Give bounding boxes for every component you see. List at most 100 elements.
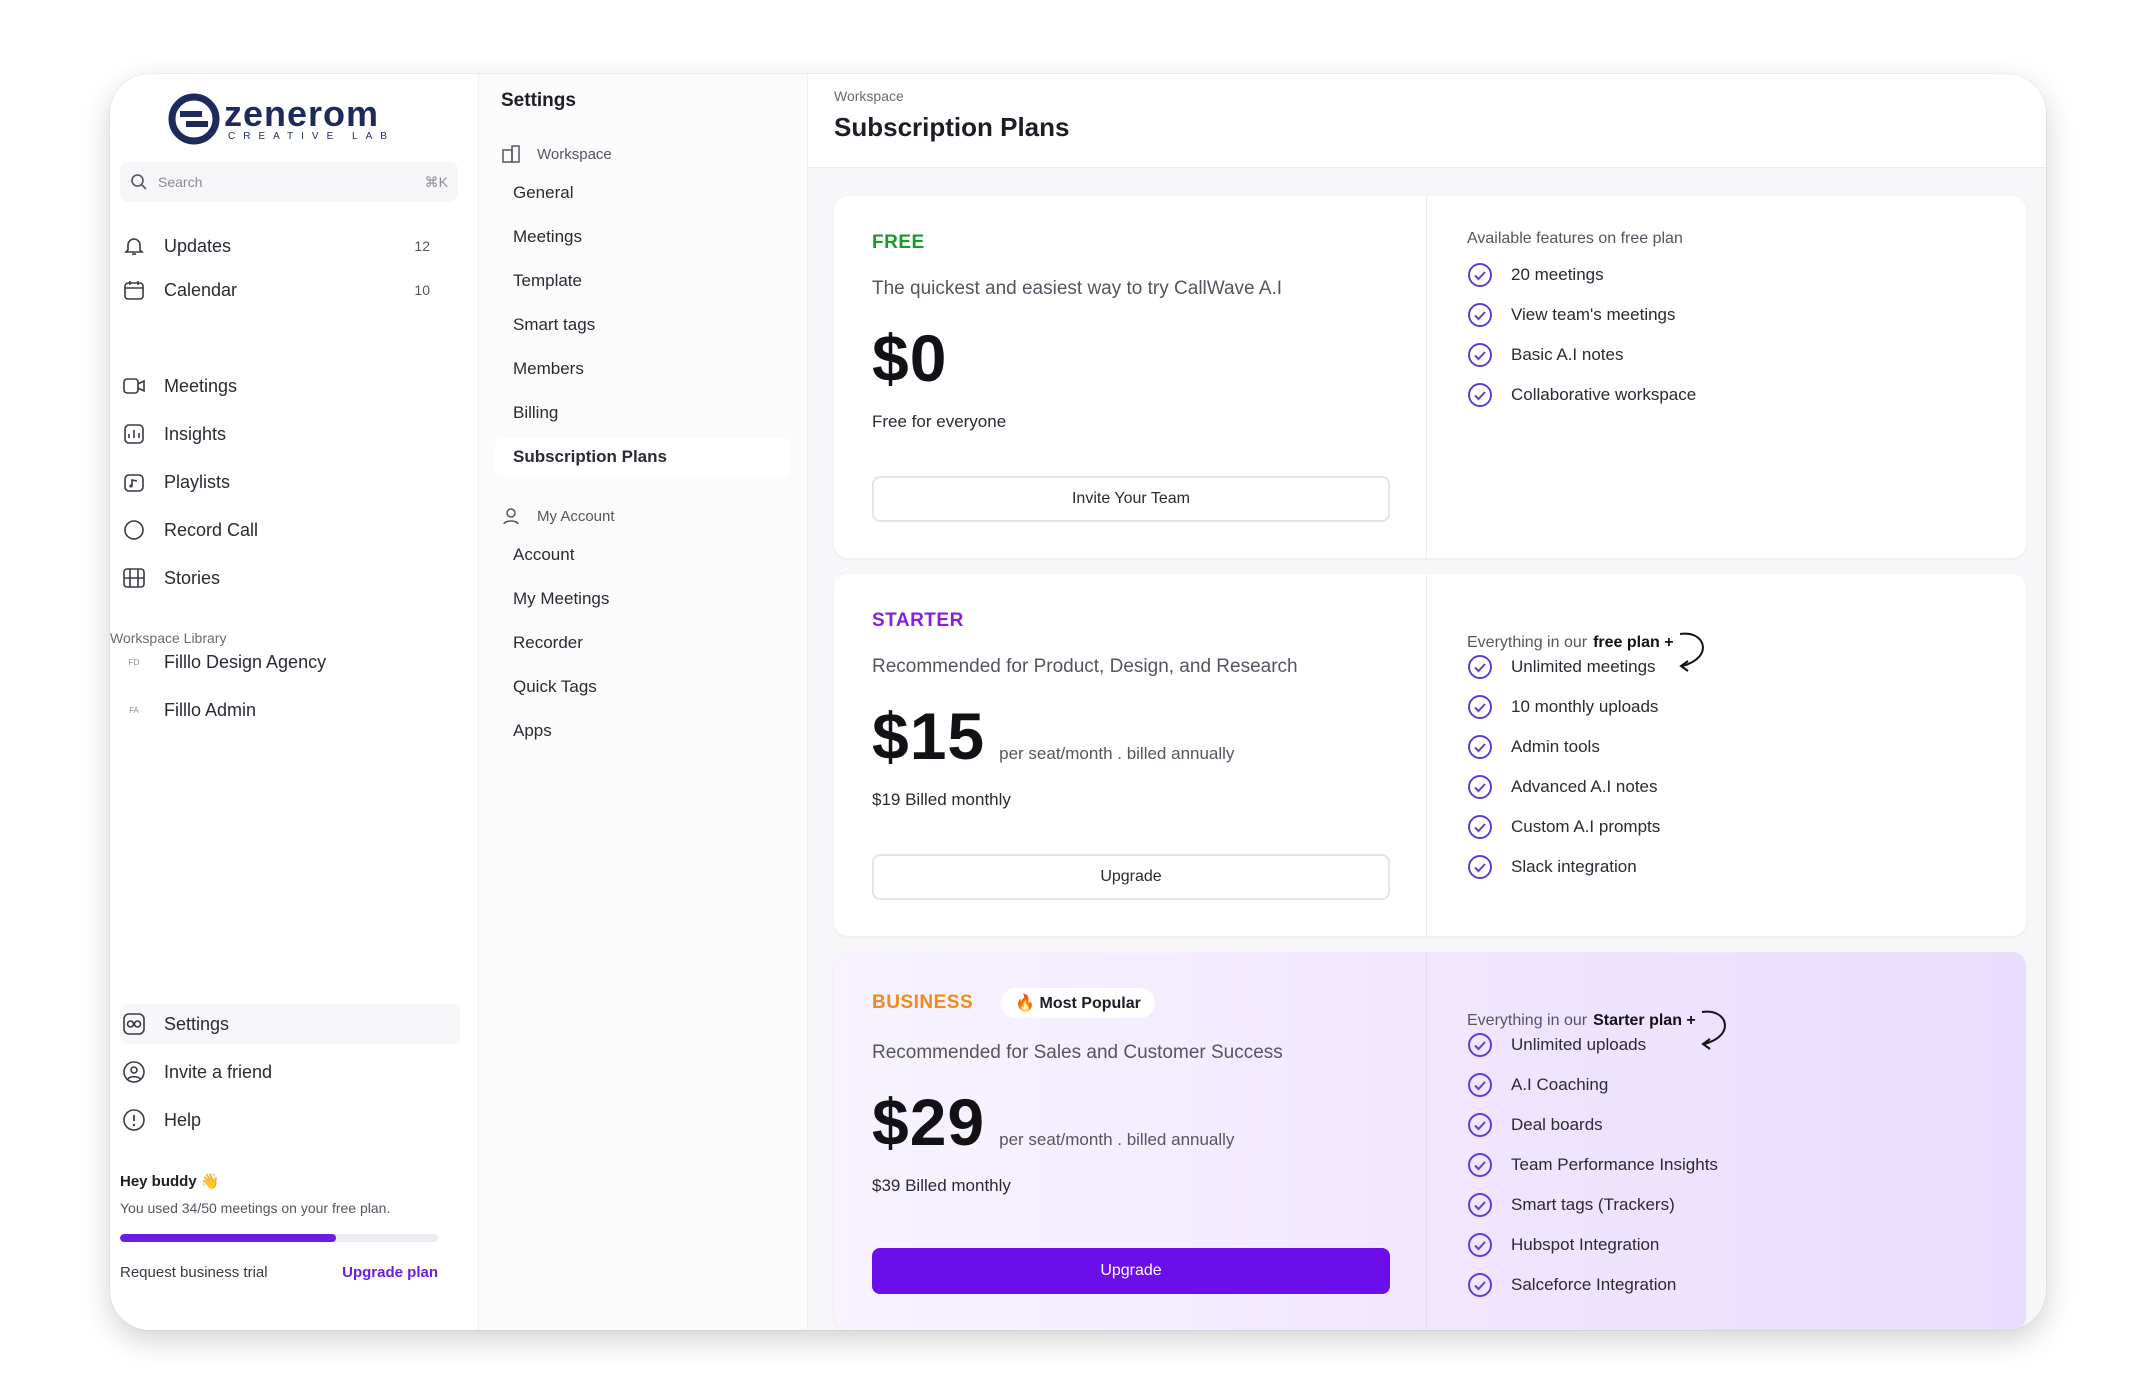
settings-title: Settings (501, 90, 576, 111)
promo-title: Hey buddy 👋 (120, 1173, 220, 1190)
nav-label: Record Call (164, 519, 259, 540)
nav-label: Help (164, 1109, 202, 1130)
settings-item-my-meetings[interactable]: My Meetings (495, 580, 791, 618)
brand-logo[interactable]: zenerom CREATIVE LAB (168, 84, 395, 154)
check-circle-icon (1468, 1073, 1492, 1097)
building-icon (501, 144, 521, 164)
breadcrumb[interactable]: Workspace (834, 88, 904, 104)
nav-label: Playlists (164, 471, 231, 492)
library-item-filllo-design-agency[interactable]: FD Filllo Design Agency (120, 652, 326, 673)
settings-item-members[interactable]: Members (495, 350, 791, 388)
video-icon (120, 372, 148, 400)
search-placeholder: Search (158, 174, 203, 190)
search-icon (131, 174, 147, 190)
check-circle-icon (1468, 815, 1492, 839)
feature-label: 10 monthly uploads (1511, 697, 1659, 716)
usage-progress-fill (120, 1234, 337, 1242)
updates-count: 12 (414, 238, 430, 254)
settings-item-account[interactable]: Account (495, 536, 791, 574)
feature-label: Smart tags (Trackers) (1511, 1195, 1675, 1214)
nav-updates[interactable]: Updates 12 (120, 226, 460, 266)
workspace-library-label: Workspace Library (110, 630, 227, 646)
nav-calendar[interactable]: Calendar 10 (120, 270, 460, 310)
nav-invite-friend[interactable]: Invite a friend (120, 1052, 460, 1092)
plan-price: $29 (872, 1085, 986, 1159)
business-upgrade-button[interactable]: Upgrade (872, 1248, 1390, 1294)
check-circle-icon (1468, 855, 1492, 879)
record-icon (120, 516, 148, 544)
upgrade-plan-link[interactable]: Upgrade plan (342, 1264, 438, 1281)
features-heading: Available features on free plan (1467, 230, 1683, 247)
settings-item-template[interactable]: Template (495, 262, 791, 300)
request-trial-link[interactable]: Request business trial (120, 1264, 268, 1281)
main-content: Workspace Subscription Plans FREE The qu… (808, 74, 2046, 1330)
invite-team-button[interactable]: Invite Your Team (872, 476, 1390, 522)
library-item-filllo-admin[interactable]: FA Filllo Admin (120, 700, 256, 721)
settings-item-meetings[interactable]: Meetings (495, 218, 791, 256)
plan-subnote: $19 Billed monthly (872, 790, 1011, 809)
feature-item: A.I Coaching (1467, 1072, 1986, 1098)
settings-item-apps[interactable]: Apps (495, 712, 791, 750)
nav-label: Calendar (164, 279, 238, 300)
feature-item: Salceforce Integration (1467, 1272, 1986, 1298)
search-shortcut: ⌘K (424, 173, 448, 190)
plan-features: Everything in our free plan + Unlimited … (1426, 574, 2026, 936)
feature-label: Unlimited meetings (1511, 657, 1656, 676)
nav-meetings[interactable]: Meetings (120, 366, 460, 406)
check-circle-icon (1468, 1273, 1492, 1297)
nav-record-call[interactable]: Record Call (120, 510, 460, 550)
plan-description: The quickest and easiest way to try Call… (872, 278, 1283, 299)
starter-upgrade-button[interactable]: Upgrade (872, 854, 1390, 900)
section-label: My Account (537, 507, 615, 525)
settings-item-smart-tags[interactable]: Smart tags (495, 306, 791, 344)
nav-stories[interactable]: Stories (120, 558, 460, 598)
plan-name: FREE (872, 232, 925, 253)
settings-item-recorder[interactable]: Recorder (495, 624, 791, 662)
workspace-initials: FD (128, 658, 140, 667)
feature-item: Custom A.I prompts (1467, 814, 1986, 840)
calendar-icon (120, 276, 148, 304)
nav-settings[interactable]: Settings (120, 1004, 460, 1044)
plan-name: BUSINESS (872, 992, 974, 1013)
nav-help[interactable]: Help (120, 1100, 460, 1140)
settings-item-quick-tags[interactable]: Quick Tags (495, 668, 791, 706)
feature-label: Salceforce Integration (1511, 1275, 1677, 1294)
plan-card-business: BUSINESS 🔥 Most Popular Recommended for … (834, 952, 2026, 1330)
plan-subnote: $39 Billed monthly (872, 1176, 1011, 1195)
plan-subnote: Free for everyone (872, 412, 1007, 431)
check-circle-icon (1468, 655, 1492, 679)
stories-icon (120, 564, 148, 592)
settings-item-subscription-plans[interactable]: Subscription Plans (495, 438, 791, 476)
workspace-initials: FA (129, 706, 139, 715)
settings-item-billing[interactable]: Billing (495, 394, 791, 432)
check-circle-icon (1468, 775, 1492, 799)
feature-item: Basic A.I notes (1467, 342, 1986, 368)
features-heading-bold: Starter plan + (1593, 1012, 1696, 1029)
feature-item: 20 meetings (1467, 262, 1986, 288)
feature-label: Basic A.I notes (1511, 345, 1624, 364)
check-circle-icon (1468, 303, 1492, 327)
nav-playlists[interactable]: Playlists (120, 462, 460, 502)
calendar-count: 10 (414, 282, 430, 298)
search-input[interactable]: Search ⌘K (120, 162, 458, 202)
nav-label: Stories (164, 567, 221, 588)
brand-tagline: CREATIVE LAB (228, 130, 395, 142)
plan-features: Available features on free plan 20 meeti… (1426, 196, 2026, 558)
most-popular-badge: 🔥 Most Popular (1001, 988, 1155, 1018)
plan-name: STARTER (872, 610, 964, 631)
nav-insights[interactable]: Insights (120, 414, 460, 454)
page-title: Subscription Plans (834, 112, 1070, 142)
price-note: per seat/month . billed annually (999, 744, 1235, 763)
bell-icon (120, 232, 148, 260)
check-circle-icon (1468, 343, 1492, 367)
settings-item-general[interactable]: General (495, 174, 791, 212)
check-circle-icon (1468, 735, 1492, 759)
sidebar: zenerom CREATIVE LAB Search ⌘K Updates 1… (110, 74, 478, 1330)
insights-icon (120, 420, 148, 448)
feature-item: Unlimited meetings (1467, 654, 1986, 680)
check-circle-icon (1468, 263, 1492, 287)
price-note: per seat/month . billed annually (999, 1130, 1235, 1149)
curved-arrow-icon (1701, 1010, 1726, 1050)
feature-label: Deal boards (1511, 1115, 1603, 1134)
check-circle-icon (1468, 695, 1492, 719)
